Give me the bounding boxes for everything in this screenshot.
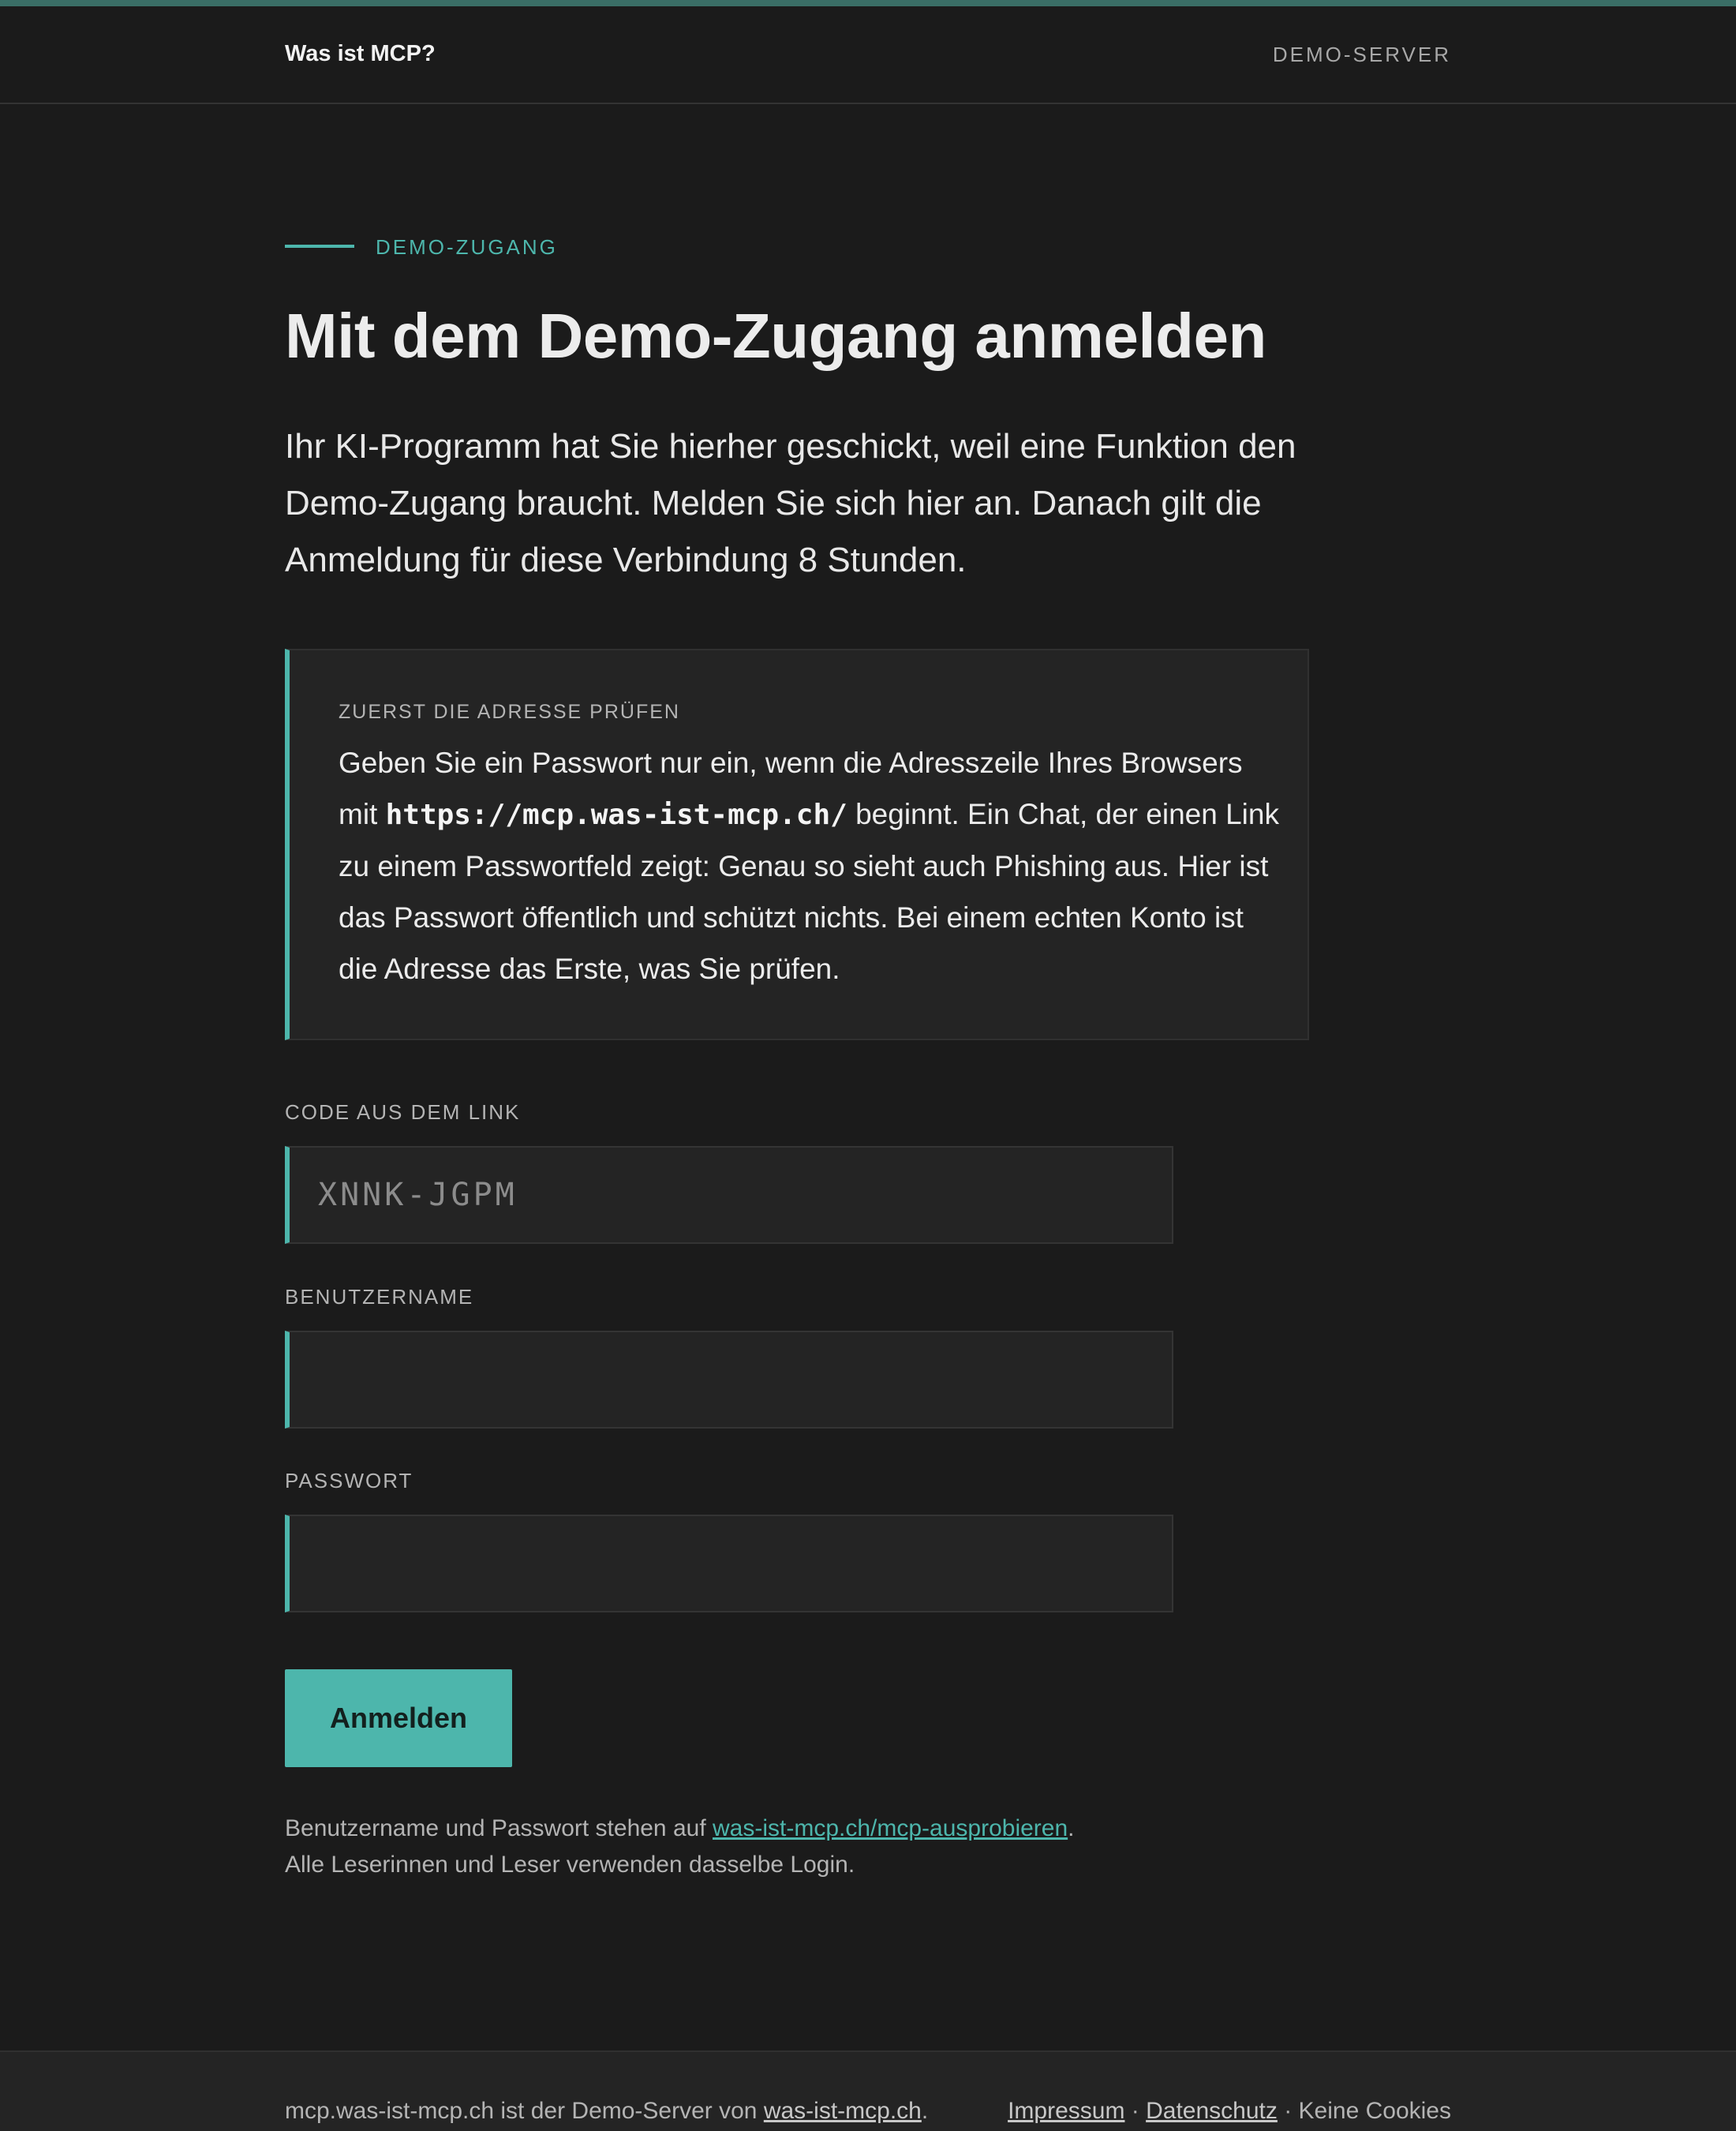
code-label: CODE AUS DEM LINK: [285, 1100, 521, 1124]
hint-line-2: Alle Leserinnen und Leser verwenden dass…: [285, 1852, 855, 1878]
hint-text: Benutzername und Passwort stehen auf: [285, 1815, 713, 1841]
hint-period: .: [1068, 1815, 1075, 1841]
no-cookies-label: Keine Cookies: [1298, 2098, 1451, 2124]
username-label: BENUTZERNAME: [285, 1285, 474, 1309]
password-label: PASSWORT: [285, 1469, 413, 1492]
security-notice: ZUERST DIE ADRESSE PRÜFEN Geben Sie ein …: [285, 649, 1309, 1040]
password-input[interactable]: [285, 1515, 1173, 1612]
footer-separator: ·: [1277, 2098, 1299, 2124]
footer-period: .: [921, 2098, 929, 2124]
eyebrow-line: [285, 245, 354, 248]
code-input[interactable]: [285, 1146, 1173, 1244]
page-title: Mit dem Demo-Zugang anmelden: [285, 301, 1266, 371]
site-footer: mcp.was-ist-mcp.ch ist der Demo-Server v…: [0, 2050, 1736, 2131]
footer-links: Impressum · Datenschutz · Keine Cookies: [1008, 2098, 1451, 2125]
notice-url: https://mcp.was-ist-mcp.ch/: [385, 799, 847, 831]
site-header: Was ist MCP? DEMO-SERVER: [0, 6, 1736, 104]
footer-text: mcp.was-ist-mcp.ch ist der Demo-Server v…: [285, 2098, 764, 2124]
username-input[interactable]: [285, 1331, 1173, 1429]
eyebrow-label: DEMO-ZUGANG: [376, 235, 558, 259]
datenschutz-link[interactable]: Datenschutz: [1146, 2098, 1278, 2124]
notice-text: Geben Sie ein Passwort nur ein, wenn die…: [339, 737, 1285, 994]
login-button[interactable]: Anmelden: [285, 1669, 512, 1767]
impressum-link[interactable]: Impressum: [1008, 2098, 1124, 2124]
footer-info: mcp.was-ist-mcp.ch ist der Demo-Server v…: [285, 2098, 928, 2125]
lead-paragraph: Ihr KI-Programm hat Sie hierher geschick…: [285, 427, 1296, 579]
top-accent-bar: [0, 0, 1736, 6]
server-tag: DEMO-SERVER: [1272, 43, 1451, 66]
footer-home-link[interactable]: was-ist-mcp.ch: [764, 2098, 922, 2124]
notice-title: ZUERST DIE ADRESSE PRÜFEN: [339, 701, 680, 723]
hint-line-1: Benutzername und Passwort stehen auf was…: [285, 1811, 1468, 1847]
login-hint: Benutzername und Passwort stehen auf was…: [285, 1811, 1468, 1883]
hint-link[interactable]: was-ist-mcp.ch/mcp-ausprobieren: [713, 1815, 1068, 1841]
footer-separator: ·: [1124, 2098, 1147, 2124]
site-brand-link[interactable]: Was ist MCP?: [285, 41, 436, 67]
